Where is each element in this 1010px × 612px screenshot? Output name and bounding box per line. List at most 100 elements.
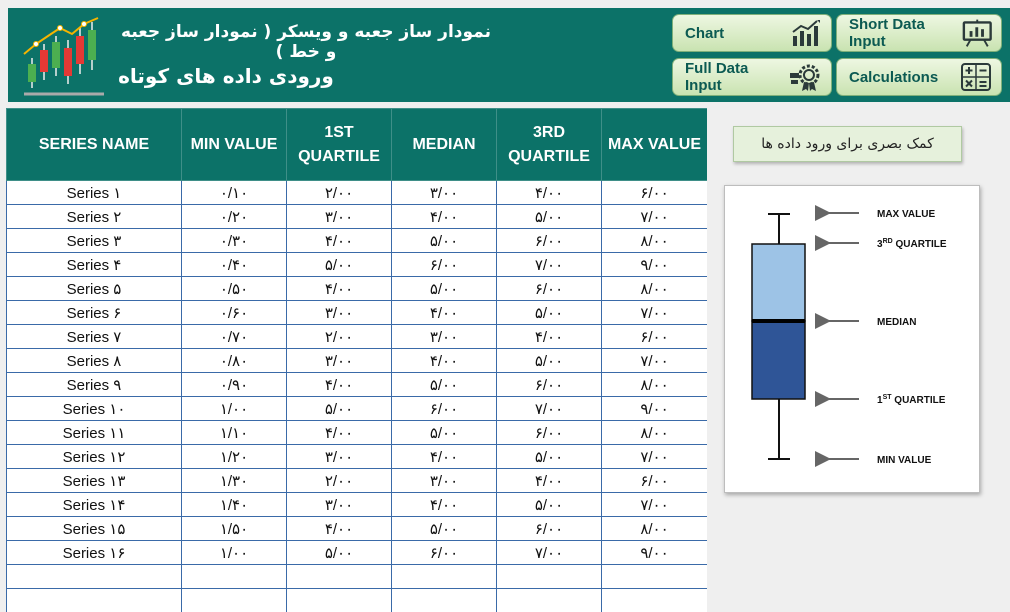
max-value-cell[interactable]: ۹/۰۰	[601, 396, 707, 421]
q1-cell[interactable]: ۲/۰۰	[286, 468, 392, 493]
q3-cell[interactable]: ۶/۰۰	[496, 276, 602, 301]
min-value-cell[interactable]: ۰/۱۰	[181, 180, 287, 205]
full-data-input-button[interactable]: Full Data Input	[672, 58, 832, 96]
q1-cell[interactable]: ۲/۰۰	[286, 180, 392, 205]
q3-cell[interactable]: ۷/۰۰	[496, 252, 602, 277]
median-cell[interactable]: ۳/۰۰	[391, 468, 497, 493]
q3-cell[interactable]: ۵/۰۰	[496, 492, 602, 517]
q1-cell[interactable]	[286, 588, 392, 612]
max-value-cell[interactable]: ۶/۰۰	[601, 324, 707, 349]
q3-cell[interactable]: ۴/۰۰	[496, 468, 602, 493]
median-cell[interactable]: ۴/۰۰	[391, 348, 497, 373]
median-cell[interactable]: ۵/۰۰	[391, 516, 497, 541]
q3-cell[interactable]: ۶/۰۰	[496, 420, 602, 445]
min-value-cell[interactable]: ۱/۱۰	[181, 420, 287, 445]
q1-cell[interactable]: ۵/۰۰	[286, 396, 392, 421]
series-name-cell[interactable]: Series ۷	[6, 324, 182, 349]
q3-cell[interactable]: ۵/۰۰	[496, 348, 602, 373]
q3-cell[interactable]: ۶/۰۰	[496, 228, 602, 253]
median-cell[interactable]: ۵/۰۰	[391, 372, 497, 397]
median-cell[interactable]: ۵/۰۰	[391, 228, 497, 253]
median-cell[interactable]: ۴/۰۰	[391, 204, 497, 229]
min-value-cell[interactable]	[181, 588, 287, 612]
min-value-cell[interactable]: ۱/۰۰	[181, 396, 287, 421]
min-value-cell[interactable]: ۱/۴۰	[181, 492, 287, 517]
q1-cell[interactable]: ۴/۰۰	[286, 276, 392, 301]
max-value-cell[interactable]: ۷/۰۰	[601, 444, 707, 469]
min-value-cell[interactable]	[181, 564, 287, 589]
min-value-cell[interactable]: ۰/۵۰	[181, 276, 287, 301]
q1-cell[interactable]: ۴/۰۰	[286, 372, 392, 397]
q1-cell[interactable]: ۲/۰۰	[286, 324, 392, 349]
q3-cell[interactable]: ۶/۰۰	[496, 372, 602, 397]
series-name-cell[interactable]: Series ۱۵	[6, 516, 182, 541]
series-name-cell[interactable]	[6, 564, 182, 589]
median-cell[interactable]: ۳/۰۰	[391, 180, 497, 205]
q3-cell[interactable]	[496, 564, 602, 589]
q1-cell[interactable]: ۴/۰۰	[286, 228, 392, 253]
max-value-cell[interactable]: ۷/۰۰	[601, 348, 707, 373]
series-name-cell[interactable]: Series ۲	[6, 204, 182, 229]
q1-cell[interactable]	[286, 564, 392, 589]
q1-cell[interactable]: ۵/۰۰	[286, 252, 392, 277]
q3-cell[interactable]: ۵/۰۰	[496, 204, 602, 229]
median-cell[interactable]: ۳/۰۰	[391, 324, 497, 349]
max-value-cell[interactable]: ۸/۰۰	[601, 228, 707, 253]
min-value-cell[interactable]: ۱/۲۰	[181, 444, 287, 469]
q3-cell[interactable]: ۷/۰۰	[496, 540, 602, 565]
q3-cell[interactable]: ۵/۰۰	[496, 300, 602, 325]
min-value-cell[interactable]: ۰/۸۰	[181, 348, 287, 373]
short-data-input-button[interactable]: Short Data Input	[836, 14, 1002, 52]
min-value-cell[interactable]: ۰/۷۰	[181, 324, 287, 349]
series-name-cell[interactable]: Series ۵	[6, 276, 182, 301]
max-value-cell[interactable]: ۸/۰۰	[601, 372, 707, 397]
min-value-cell[interactable]: ۰/۳۰	[181, 228, 287, 253]
max-value-cell[interactable]: ۶/۰۰	[601, 180, 707, 205]
max-value-cell[interactable]: ۸/۰۰	[601, 516, 707, 541]
q3-cell[interactable]: ۴/۰۰	[496, 180, 602, 205]
series-name-cell[interactable]: Series ۱۲	[6, 444, 182, 469]
median-cell[interactable]: ۶/۰۰	[391, 252, 497, 277]
q1-cell[interactable]: ۳/۰۰	[286, 444, 392, 469]
series-name-cell[interactable]: Series ۱	[6, 180, 182, 205]
q1-cell[interactable]: ۳/۰۰	[286, 204, 392, 229]
max-value-cell[interactable]: ۷/۰۰	[601, 300, 707, 325]
max-value-cell[interactable]	[601, 588, 707, 612]
q3-cell[interactable]: ۷/۰۰	[496, 396, 602, 421]
max-value-cell[interactable]: ۶/۰۰	[601, 468, 707, 493]
q1-cell[interactable]: ۳/۰۰	[286, 492, 392, 517]
max-value-cell[interactable]: ۷/۰۰	[601, 492, 707, 517]
median-cell[interactable]: ۶/۰۰	[391, 396, 497, 421]
chart-button[interactable]: Chart	[672, 14, 832, 52]
median-cell[interactable]: ۴/۰۰	[391, 444, 497, 469]
series-name-cell[interactable]: Series ۱۶	[6, 540, 182, 565]
q3-cell[interactable]: ۵/۰۰	[496, 444, 602, 469]
max-value-cell[interactable]: ۹/۰۰	[601, 540, 707, 565]
q1-cell[interactable]: ۴/۰۰	[286, 420, 392, 445]
median-cell[interactable]: ۶/۰۰	[391, 540, 497, 565]
series-name-cell[interactable]: Series ۹	[6, 372, 182, 397]
median-cell[interactable]: ۴/۰۰	[391, 492, 497, 517]
calculations-button[interactable]: Calculations	[836, 58, 1002, 96]
min-value-cell[interactable]: ۰/۹۰	[181, 372, 287, 397]
series-name-cell[interactable]	[6, 588, 182, 612]
max-value-cell[interactable]: ۹/۰۰	[601, 252, 707, 277]
median-cell[interactable]: ۴/۰۰	[391, 300, 497, 325]
median-cell[interactable]	[391, 564, 497, 589]
series-name-cell[interactable]: Series ۱۴	[6, 492, 182, 517]
series-name-cell[interactable]: Series ۴	[6, 252, 182, 277]
min-value-cell[interactable]: ۱/۰۰	[181, 540, 287, 565]
series-name-cell[interactable]: Series ۱۳	[6, 468, 182, 493]
series-name-cell[interactable]: Series ۳	[6, 228, 182, 253]
min-value-cell[interactable]: ۱/۳۰	[181, 468, 287, 493]
series-name-cell[interactable]: Series ۱۰	[6, 396, 182, 421]
max-value-cell[interactable]: ۸/۰۰	[601, 420, 707, 445]
median-cell[interactable]: ۵/۰۰	[391, 276, 497, 301]
q3-cell[interactable]: ۴/۰۰	[496, 324, 602, 349]
max-value-cell[interactable]	[601, 564, 707, 589]
median-cell[interactable]	[391, 588, 497, 612]
max-value-cell[interactable]: ۸/۰۰	[601, 276, 707, 301]
series-name-cell[interactable]: Series ۸	[6, 348, 182, 373]
min-value-cell[interactable]: ۰/۶۰	[181, 300, 287, 325]
min-value-cell[interactable]: ۰/۴۰	[181, 252, 287, 277]
